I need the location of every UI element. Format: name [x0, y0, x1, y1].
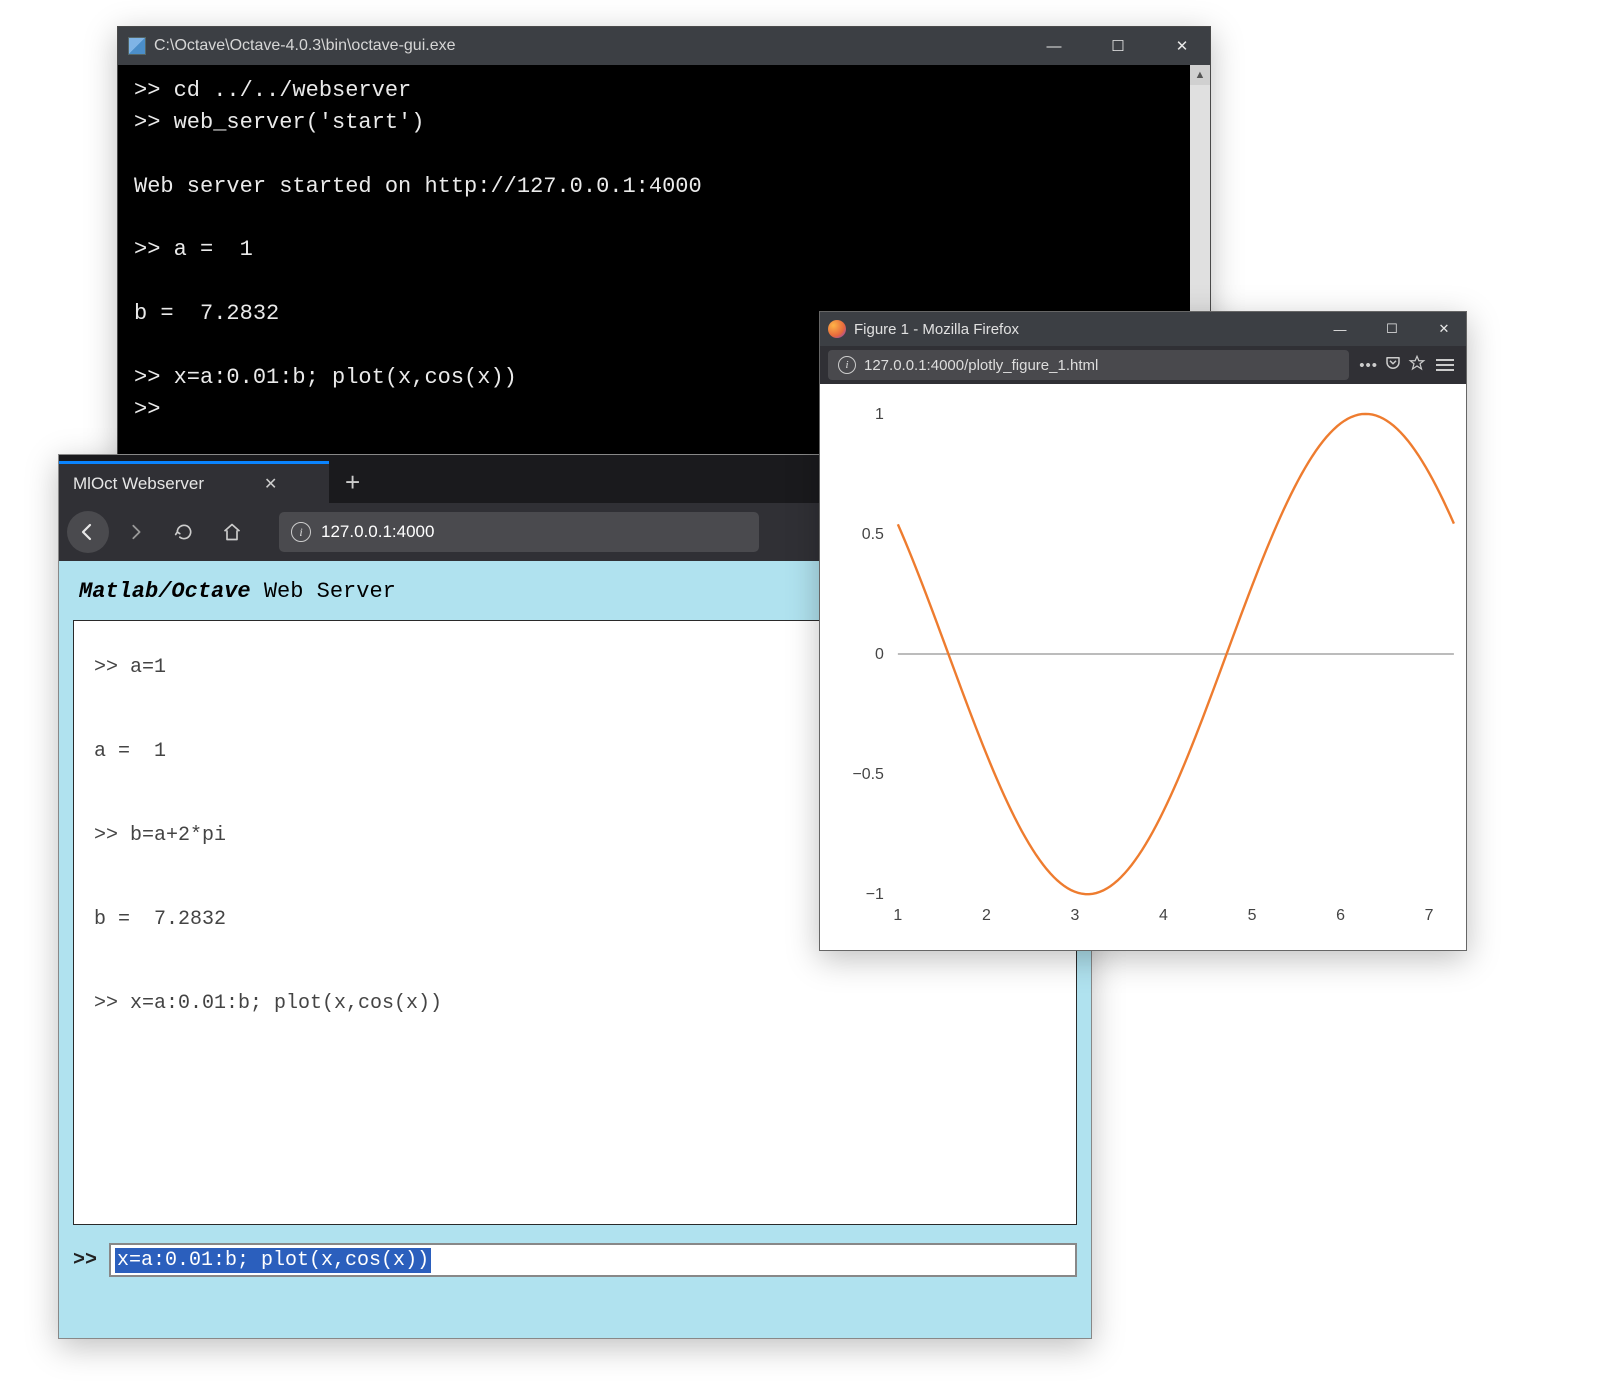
svg-text:1: 1: [893, 907, 902, 924]
forward-arrow-icon: [127, 523, 145, 541]
terminal-titlebar[interactable]: C:\Octave\Octave-4.0.3\bin\octave-gui.ex…: [118, 27, 1210, 65]
home-icon: [222, 522, 242, 542]
svg-text:−0.5: −0.5: [852, 766, 884, 783]
back-arrow-icon: [78, 522, 98, 542]
command-prompt-row: >> x=a:0.01:b; plot(x,cos(x)): [73, 1243, 1077, 1277]
page-actions-button[interactable]: •••: [1359, 357, 1378, 374]
figure-titlebar[interactable]: Figure 1 - Mozilla Firefox — ☐ ✕: [820, 312, 1466, 346]
octave-icon: [128, 37, 146, 55]
pocket-button[interactable]: [1384, 354, 1402, 376]
svg-text:5: 5: [1248, 907, 1257, 924]
svg-text:4: 4: [1159, 907, 1168, 924]
command-input[interactable]: x=a:0.01:b; plot(x,cos(x)): [109, 1243, 1077, 1277]
figure-toolbar: i 127.0.0.1:4000/plotly_figure_1.html ••…: [820, 346, 1466, 384]
url-text: 127.0.0.1:4000: [321, 522, 434, 542]
pocket-icon: [1384, 354, 1402, 372]
svg-text:7: 7: [1425, 907, 1434, 924]
site-info-icon[interactable]: i: [291, 522, 311, 542]
svg-text:0.5: 0.5: [862, 526, 884, 543]
minimize-button[interactable]: —: [1026, 27, 1082, 65]
command-input-value: x=a:0.01:b; plot(x,cos(x)): [115, 1248, 431, 1273]
hamburger-icon: [1436, 359, 1454, 371]
svg-text:1: 1: [875, 406, 884, 423]
close-button[interactable]: ✕: [1154, 27, 1210, 65]
terminal-title: C:\Octave\Octave-4.0.3\bin\octave-gui.ex…: [154, 37, 455, 55]
tab-title: MlOct Webserver: [73, 474, 204, 494]
svg-text:0: 0: [875, 646, 884, 663]
back-button[interactable]: [67, 511, 109, 553]
minimize-button[interactable]: —: [1318, 312, 1362, 346]
tab-close-icon[interactable]: ✕: [264, 474, 277, 494]
svg-text:6: 6: [1336, 907, 1345, 924]
page-heading-bold: Matlab/Octave: [79, 579, 251, 604]
svg-text:2: 2: [982, 907, 991, 924]
address-bar[interactable]: i 127.0.0.1:4000: [279, 512, 759, 552]
forward-button[interactable]: [115, 511, 157, 553]
home-button[interactable]: [211, 511, 253, 553]
firefox-icon: [828, 320, 846, 338]
reload-icon: [174, 522, 194, 542]
maximize-button[interactable]: ☐: [1370, 312, 1414, 346]
site-info-icon[interactable]: i: [838, 356, 856, 374]
svg-text:−1: −1: [866, 886, 884, 903]
reload-button[interactable]: [163, 511, 205, 553]
cosine-plot: −1 −0.5 0 0.5 1 1 2 3 4 5 6 7: [820, 384, 1466, 950]
prompt-symbol: >>: [73, 1249, 97, 1272]
maximize-button[interactable]: ☐: [1090, 27, 1146, 65]
star-icon: [1408, 354, 1426, 372]
close-button[interactable]: ✕: [1422, 312, 1466, 346]
browser-tab[interactable]: MlOct Webserver ✕: [59, 461, 329, 503]
new-tab-button[interactable]: +: [329, 467, 376, 498]
figure-browser-window: Figure 1 - Mozilla Firefox — ☐ ✕ i 127.0…: [819, 311, 1467, 951]
menu-button[interactable]: [1432, 359, 1458, 371]
figure-window-title: Figure 1 - Mozilla Firefox: [854, 321, 1019, 338]
figure-address-bar[interactable]: i 127.0.0.1:4000/plotly_figure_1.html: [828, 350, 1349, 380]
bookmark-button[interactable]: [1408, 354, 1426, 376]
page-heading-rest: Web Server: [251, 579, 396, 604]
plot-area[interactable]: −1 −0.5 0 0.5 1 1 2 3 4 5 6 7: [820, 384, 1466, 950]
svg-text:3: 3: [1071, 907, 1080, 924]
figure-url-text: 127.0.0.1:4000/plotly_figure_1.html: [864, 357, 1098, 374]
scroll-up-icon[interactable]: ▲: [1190, 65, 1210, 85]
